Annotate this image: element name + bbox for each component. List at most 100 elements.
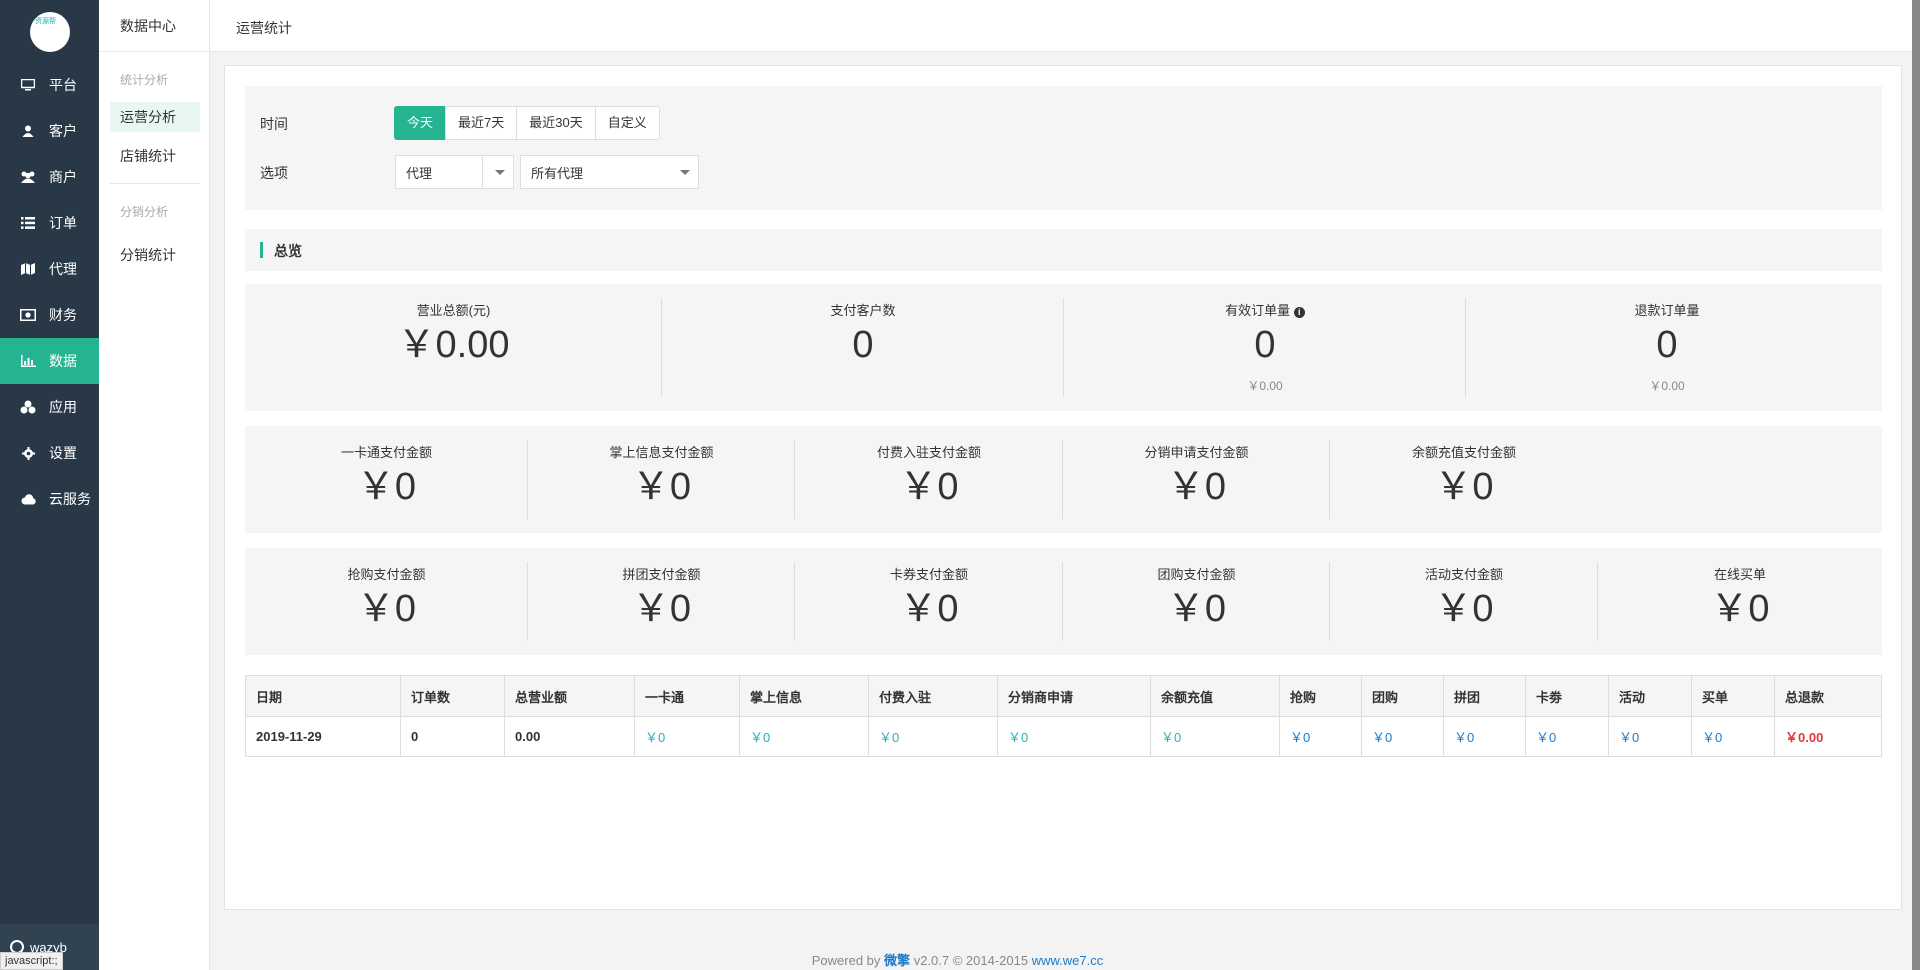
breadcrumb: 运营统计 xyxy=(236,20,292,36)
stat-value: ￥0 xyxy=(1710,588,1770,630)
time-today-button[interactable]: 今天 xyxy=(394,106,447,140)
nav-item-merchant[interactable]: 商户 xyxy=(0,154,99,200)
footer-site-link[interactable]: www.we7.cc xyxy=(1032,953,1104,968)
cell-settle: ￥0 xyxy=(868,716,998,757)
stat-value: ￥0 xyxy=(631,588,692,630)
stat-value: ￥0.00 xyxy=(397,324,510,366)
stat-label: 分销申请支付金额 xyxy=(1144,445,1249,460)
subnav-item-operation[interactable]: 运营分析 xyxy=(110,102,200,132)
nav-item-customer[interactable]: 客户 xyxy=(0,108,99,154)
nav-item-order[interactable]: 订单 xyxy=(0,200,99,246)
agent-select-value: 所有代理 xyxy=(531,165,584,181)
cubes-icon xyxy=(19,399,37,415)
option-label: 选项 xyxy=(260,165,288,181)
overview-header: 总览 xyxy=(245,229,1882,271)
subnav-item-distribution[interactable]: 分销统计 xyxy=(110,240,200,270)
time-custom-button[interactable]: 自定义 xyxy=(594,106,660,140)
info-icon[interactable]: i xyxy=(1293,307,1305,318)
type-select[interactable]: 代理 xyxy=(395,155,514,189)
col-activity: 活动 xyxy=(1608,675,1692,717)
stat-total-revenue: 营业总额(元) ￥0.00 xyxy=(245,284,662,411)
subnav-item-store[interactable]: 店铺统计 xyxy=(110,141,200,171)
col-recharge: 余额充值 xyxy=(1150,675,1280,717)
nav-item-platform[interactable]: 平台 xyxy=(0,62,99,108)
logo[interactable]: 资源帮 xyxy=(30,12,70,52)
time-30days-button[interactable]: 最近30天 xyxy=(516,106,596,140)
col-coupon: 卡劵 xyxy=(1525,675,1609,717)
col-flash-sale: 抢购 xyxy=(1279,675,1362,717)
logo-text: 资源帮 xyxy=(35,17,56,25)
stat-label: 团购支付金额 xyxy=(1157,567,1236,582)
page-scrollbar[interactable] xyxy=(1912,0,1920,970)
stat-card-pay: 一卡通支付金额 ￥0 xyxy=(245,426,528,533)
nav-item-apps[interactable]: 应用 xyxy=(0,384,99,430)
nav-label: 设置 xyxy=(49,445,77,461)
col-card: 一卡通 xyxy=(634,675,740,717)
stat-value: ￥0 xyxy=(356,466,417,508)
nav-label: 数据 xyxy=(49,353,77,369)
monitor-icon xyxy=(19,77,37,93)
stat-valid-orders: 有效订单量 i 0 ￥0.00 xyxy=(1064,284,1466,411)
money-icon xyxy=(19,307,37,323)
nav-item-agent[interactable]: 代理 xyxy=(0,246,99,292)
nav-item-finance[interactable]: 财务 xyxy=(0,292,99,338)
time-7days-button[interactable]: 最近7天 xyxy=(445,106,518,140)
time-range-group: 今天 最近7天 最近30天 自定义 xyxy=(394,106,660,140)
table-header-row: 日期 订单数 总营业额 一卡通 掌上信息 付费入驻 分销商申请 余额充值 抢购 … xyxy=(245,675,1882,717)
gear-icon xyxy=(19,445,37,461)
stat-info-pay: 掌上信息支付金额 ￥0 xyxy=(528,426,795,533)
cell-coupon: ￥0 xyxy=(1525,716,1609,757)
nav-label: 代理 xyxy=(49,261,77,277)
col-refund: 总退款 xyxy=(1774,675,1882,717)
nav-label: 客户 xyxy=(49,123,77,139)
main-nav: 平台 客户 商户 订单 代理 财务 数据 应用 设置 云服务 xyxy=(0,62,99,522)
agent-select[interactable]: 所有代理 xyxy=(520,155,699,189)
cell-distribution: ￥0 xyxy=(997,716,1151,757)
stat-online-pay: 在线买单 ￥0 xyxy=(1598,548,1882,655)
subnav-divider xyxy=(110,183,200,184)
stat-value: ￥0 xyxy=(899,588,959,630)
stat-label: 退款订单量 xyxy=(1634,303,1700,318)
nav-label: 云服务 xyxy=(49,491,91,507)
stat-label: 一卡通支付金额 xyxy=(340,445,432,460)
subnav-group-distribution: 分销分析 xyxy=(120,205,169,219)
nav-item-data[interactable]: 数据 xyxy=(0,338,99,384)
stat-distribution-pay: 分销申请支付金额 ￥0 xyxy=(1063,426,1330,533)
footer-version: v2.0.7 © 2014-2015 xyxy=(913,953,1029,968)
stat-value: ￥0 xyxy=(631,466,692,508)
footer-powered: Powered by xyxy=(811,953,881,968)
bar-chart-icon xyxy=(19,353,37,369)
stat-value: 0 xyxy=(852,324,874,366)
col-revenue: 总营业额 xyxy=(504,675,635,717)
nav-item-settings[interactable]: 设置 xyxy=(0,430,99,476)
stat-team-buy-pay: 团购支付金额 ￥0 xyxy=(1063,548,1330,655)
cell-revenue: 0.00 xyxy=(504,716,635,757)
cell-refund: ￥0.00 xyxy=(1774,716,1882,757)
stat-settle-pay: 付费入驻支付金额 ￥0 xyxy=(795,426,1063,533)
stat-value: ￥0 xyxy=(1166,588,1227,630)
stat-label: 卡券支付金额 xyxy=(889,567,968,582)
cell-recharge: ￥0 xyxy=(1150,716,1280,757)
map-icon xyxy=(19,261,37,277)
user-icon xyxy=(19,123,37,139)
stat-value: ￥0 xyxy=(1434,588,1494,630)
filter-panel: 时间 今天 最近7天 最近30天 自定义 选项 代理 所有代理 xyxy=(245,86,1882,210)
subnav-title: 数据中心 xyxy=(99,0,209,52)
stat-label: 支付客户数 xyxy=(830,303,896,318)
stat-value: ￥0 xyxy=(1434,466,1494,508)
type-select-value: 代理 xyxy=(406,165,433,181)
subnav-group-stats: 统计分析 xyxy=(120,73,169,87)
nav-item-cloud[interactable]: 云服务 xyxy=(0,476,99,522)
stat-coupon-pay: 卡券支付金额 ￥0 xyxy=(795,548,1063,655)
daily-stats-table: 日期 订单数 总营业额 一卡通 掌上信息 付费入驻 分销商申请 余额充值 抢购 … xyxy=(245,675,1882,757)
stat-value: 0 xyxy=(1254,324,1276,366)
footer-brand-link[interactable]: 微擎 xyxy=(884,953,910,968)
stat-label: 营业总额(元) xyxy=(416,303,491,318)
select-divider xyxy=(482,156,483,188)
nav-label: 订单 xyxy=(49,215,77,231)
col-team-buy: 团购 xyxy=(1361,675,1444,717)
col-distribution: 分销商申请 xyxy=(997,675,1151,717)
cell-team-buy: ￥0 xyxy=(1361,716,1444,757)
stat-value: ￥0 xyxy=(1166,466,1227,508)
stat-label: 拼团支付金额 xyxy=(622,567,701,582)
